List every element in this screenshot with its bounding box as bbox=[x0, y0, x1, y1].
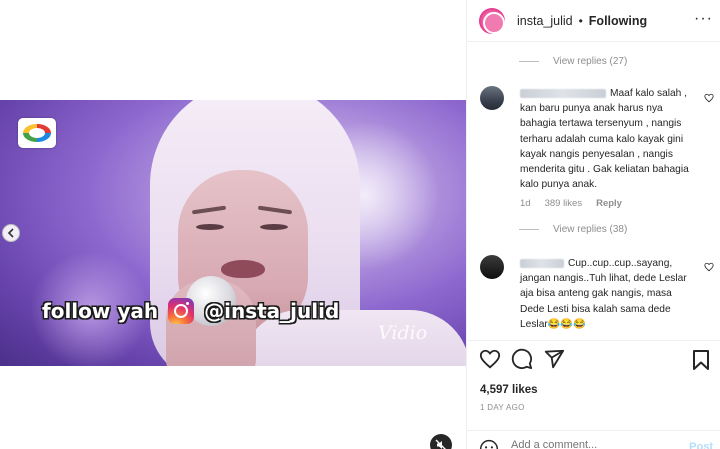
view-replies-label: View replies (27) bbox=[553, 56, 628, 67]
comment-likes[interactable]: 389 likes bbox=[545, 198, 583, 209]
post-button[interactable]: Post bbox=[689, 441, 713, 449]
chevron-left-icon bbox=[7, 228, 14, 238]
avatar[interactable] bbox=[480, 255, 504, 279]
brow bbox=[257, 205, 293, 215]
overlay-follow-text: follow yah bbox=[42, 299, 159, 323]
comment-input[interactable] bbox=[511, 439, 671, 449]
comment-meta: 1d 389 likes Reply bbox=[520, 198, 622, 209]
overlay-handle-text: @insta_julid bbox=[204, 299, 340, 323]
divider bbox=[519, 61, 539, 62]
channel-logo bbox=[18, 118, 56, 148]
eye bbox=[260, 224, 288, 230]
likes-count[interactable]: 4,597 likes bbox=[480, 384, 538, 396]
blurred-username bbox=[520, 88, 606, 98]
comment-text: Cup..cup..cup..sayang, jangan nangis..Tu… bbox=[520, 256, 696, 332]
view-replies-button[interactable]: View replies (38) bbox=[519, 224, 627, 235]
singer-mouth bbox=[221, 260, 265, 278]
eye bbox=[196, 224, 224, 230]
action-bar bbox=[467, 340, 720, 376]
heart-icon[interactable] bbox=[704, 262, 714, 272]
post-date: 1 DAY AGO bbox=[480, 403, 525, 412]
carousel-prev-button[interactable] bbox=[2, 224, 20, 242]
reply-button[interactable]: Reply bbox=[596, 198, 622, 209]
following-button[interactable]: Following bbox=[589, 14, 647, 28]
comment-age: 1d bbox=[520, 198, 531, 209]
emoji-icon[interactable] bbox=[479, 439, 499, 449]
share-icon[interactable] bbox=[543, 348, 565, 370]
vidio-watermark: Vidio bbox=[378, 322, 428, 344]
bookmark-icon[interactable] bbox=[691, 349, 711, 371]
blurred-username bbox=[520, 258, 564, 268]
add-comment-row: Post bbox=[467, 430, 720, 449]
view-replies-button[interactable]: View replies (27) bbox=[519, 56, 627, 67]
comment-icon[interactable] bbox=[511, 348, 533, 370]
view-replies-label: View replies (38) bbox=[553, 224, 628, 235]
header-separator: • bbox=[578, 13, 583, 28]
avatar[interactable] bbox=[479, 7, 505, 34]
mute-icon bbox=[435, 439, 446, 449]
avatar[interactable] bbox=[480, 86, 504, 110]
mute-button[interactable] bbox=[430, 434, 452, 449]
heart-icon[interactable] bbox=[704, 93, 714, 103]
media-pane: follow yah @insta_julid Vidio bbox=[0, 0, 466, 449]
brow bbox=[191, 205, 227, 215]
comment-text: Maaf kalo salah , kan baru punya anak ha… bbox=[520, 86, 696, 192]
header-username[interactable]: insta_julid bbox=[517, 14, 573, 28]
more-options-button[interactable]: ··· bbox=[694, 10, 713, 28]
divider bbox=[519, 229, 539, 230]
post-video[interactable]: follow yah @insta_julid Vidio bbox=[0, 100, 466, 366]
comment-body: Maaf kalo salah , kan baru punya anak ha… bbox=[520, 88, 689, 191]
post-header: insta_julid • Following ··· bbox=[467, 0, 720, 42]
post-side-pane: insta_julid • Following ··· View replies… bbox=[466, 0, 720, 449]
comment-body: Cup..cup..cup..sayang, jangan nangis..Tu… bbox=[520, 258, 687, 330]
overlay-caption: follow yah @insta_julid bbox=[42, 298, 339, 324]
instagram-logo bbox=[168, 298, 195, 324]
heart-icon[interactable] bbox=[479, 348, 501, 370]
